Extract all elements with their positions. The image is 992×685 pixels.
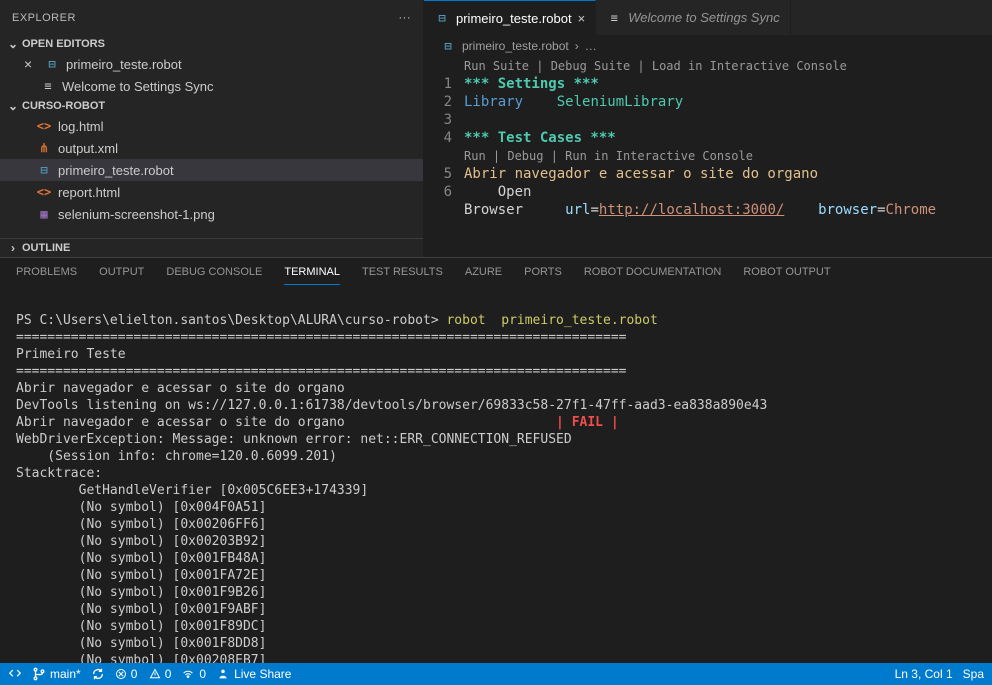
robot-file-icon: ⊟ bbox=[440, 39, 456, 53]
robot-file-icon: ⊟ bbox=[434, 11, 450, 25]
file-item[interactable]: ▦selenium-screenshot-1.png bbox=[0, 203, 423, 225]
explorer-sidebar: EXPLORER ··· ⌄ OPEN EDITORS × ⊟ primeiro… bbox=[0, 0, 424, 257]
panel-tab-azure[interactable]: AZURE bbox=[465, 266, 502, 285]
file-item[interactable]: <>report.html bbox=[0, 181, 423, 203]
open-editors-header[interactable]: ⌄ OPEN EDITORS bbox=[0, 35, 423, 53]
terminal-output[interactable]: PS C:\Users\elielton.santos\Desktop\ALUR… bbox=[0, 285, 992, 663]
panel-tab-terminal[interactable]: TERMINAL bbox=[284, 266, 340, 285]
chevron-down-icon: ⌄ bbox=[6, 99, 20, 113]
remote-button[interactable] bbox=[8, 667, 22, 681]
html-file-icon: <> bbox=[36, 185, 52, 199]
branch-indicator[interactable]: main* bbox=[32, 667, 81, 681]
tab-settings-sync[interactable]: ≡ Welcome to Settings Sync bbox=[596, 0, 791, 35]
live-share-button[interactable]: Live Share bbox=[216, 667, 291, 681]
panel-tab-robot-documentation[interactable]: ROBOT DOCUMENTATION bbox=[584, 266, 722, 285]
bottom-panel: PROBLEMS OUTPUT DEBUG CONSOLE TERMINAL TEST … bbox=[0, 257, 992, 663]
explorer-title: EXPLORER bbox=[12, 12, 76, 24]
file-item[interactable]: <>log.html bbox=[0, 115, 423, 137]
panel-tabs: PROBLEMS OUTPUT DEBUG CONSOLE TERMINAL TEST … bbox=[0, 258, 992, 285]
open-editor-item[interactable]: ≡ Welcome to Settings Sync bbox=[0, 75, 423, 97]
settings-icon: ≡ bbox=[40, 79, 56, 93]
robot-file-icon: ⊟ bbox=[36, 163, 52, 177]
ports-indicator[interactable]: 0 bbox=[181, 667, 206, 681]
sync-button[interactable] bbox=[91, 667, 105, 681]
folder-header[interactable]: ⌄ CURSO-ROBOT bbox=[0, 97, 423, 115]
cursor-position[interactable]: Ln 3, Col 1 bbox=[895, 667, 953, 681]
chevron-right-icon: › bbox=[575, 39, 579, 53]
close-icon[interactable]: × bbox=[24, 56, 38, 72]
indentation[interactable]: Spa bbox=[963, 667, 984, 681]
more-icon[interactable]: ··· bbox=[399, 12, 412, 24]
panel-tab-test-results[interactable]: TEST RESULTS bbox=[362, 266, 443, 285]
open-editor-item[interactable]: × ⊟ primeiro_teste.robot bbox=[0, 53, 423, 75]
outline-header[interactable]: › OUTLINE bbox=[0, 238, 423, 257]
file-item[interactable]: ⊟primeiro_teste.robot bbox=[0, 159, 423, 181]
panel-tab-output[interactable]: OUTPUT bbox=[99, 266, 144, 285]
chevron-down-icon: ⌄ bbox=[6, 37, 20, 51]
settings-icon: ≡ bbox=[606, 11, 622, 25]
close-icon[interactable]: × bbox=[578, 11, 586, 26]
file-item[interactable]: ⋔output.xml bbox=[0, 137, 423, 159]
xml-file-icon: ⋔ bbox=[36, 141, 52, 155]
robot-file-icon: ⊟ bbox=[44, 57, 60, 71]
tab-primeiro-teste[interactable]: ⊟ primeiro_teste.robot × bbox=[424, 0, 596, 35]
chevron-right-icon: › bbox=[6, 241, 20, 255]
panel-tab-debug-console[interactable]: DEBUG CONSOLE bbox=[166, 266, 262, 285]
html-file-icon: <> bbox=[36, 119, 52, 133]
editor-area: ⊟ primeiro_teste.robot × ≡ Welcome to Se… bbox=[424, 0, 992, 257]
line-gutter: 1234 56 bbox=[424, 57, 464, 219]
panel-tab-problems[interactable]: PROBLEMS bbox=[16, 266, 77, 285]
panel-tab-ports[interactable]: PORTS bbox=[524, 266, 562, 285]
image-file-icon: ▦ bbox=[36, 207, 52, 221]
code-lens[interactable]: Run | Debug | Run in Interactive Console bbox=[464, 147, 992, 165]
problems-indicator[interactable]: 0 0 bbox=[115, 667, 172, 681]
code-editor[interactable]: 1234 56 Run Suite | Debug Suite | Load i… bbox=[424, 57, 992, 219]
status-bar: main* 0 0 0 Live Share Ln 3, Col 1 Spa bbox=[0, 663, 992, 685]
code-lens[interactable]: Run Suite | Debug Suite | Load in Intera… bbox=[464, 57, 992, 75]
breadcrumb[interactable]: ⊟ primeiro_teste.robot › … bbox=[424, 35, 992, 57]
editor-tabs: ⊟ primeiro_teste.robot × ≡ Welcome to Se… bbox=[424, 0, 992, 35]
panel-tab-robot-output[interactable]: ROBOT OUTPUT bbox=[743, 266, 830, 285]
